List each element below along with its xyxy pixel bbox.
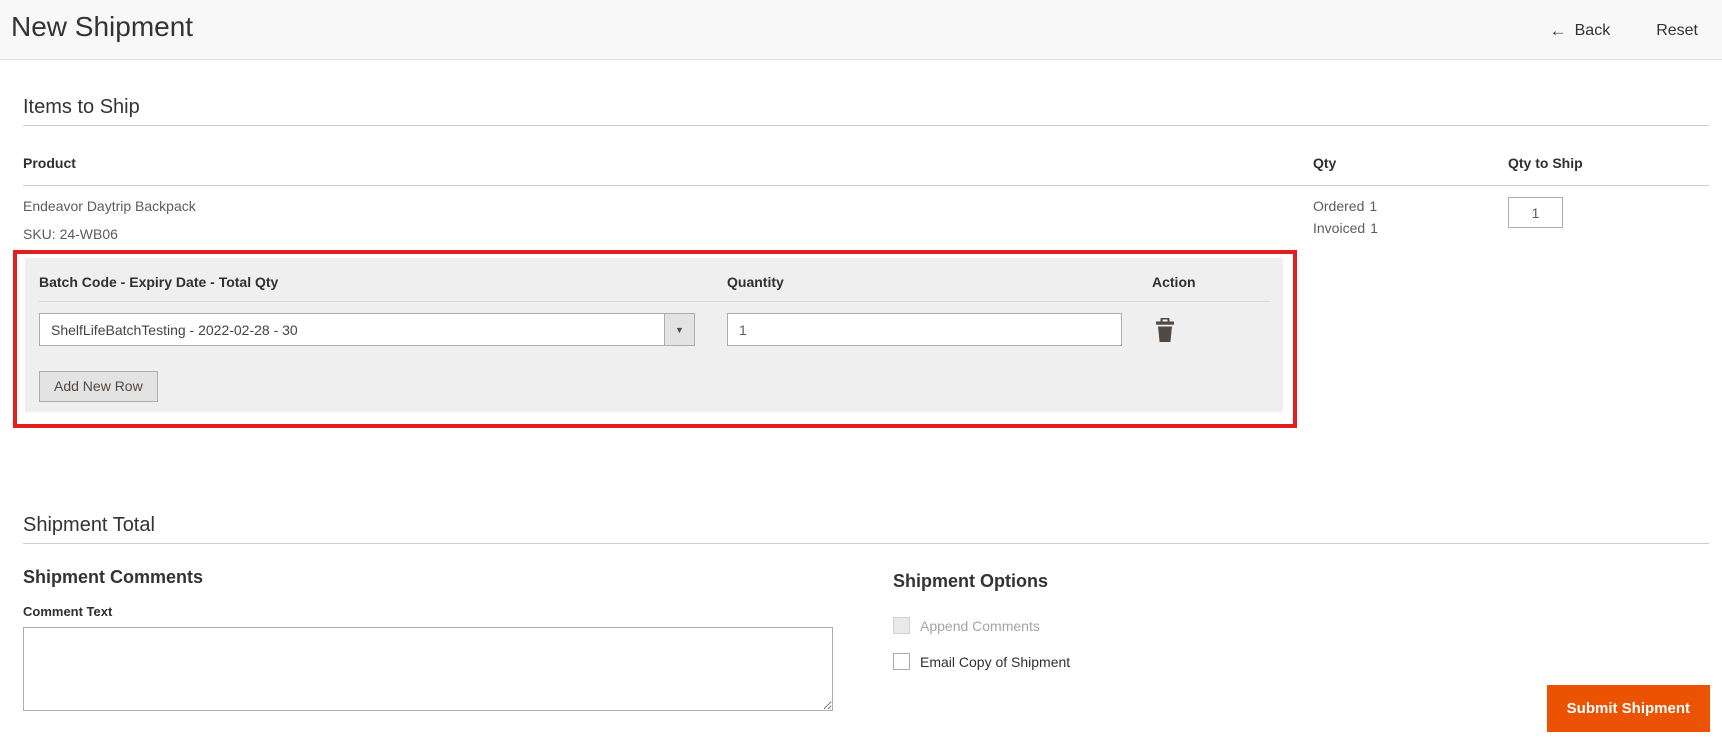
delete-row-button[interactable] <box>1155 318 1175 345</box>
comment-textarea[interactable] <box>23 627 833 711</box>
batch-table-header: Batch Code - Expiry Date - Total Qty Qua… <box>39 258 1269 302</box>
qty-to-ship-input[interactable] <box>1508 197 1563 228</box>
shipment-options-block: Shipment Options Append Comments Email C… <box>893 567 1070 716</box>
ordered-qty-line: Ordered 1 <box>1313 199 1508 214</box>
shipment-comments-block: Shipment Comments Comment Text <box>23 567 833 716</box>
comment-text-label: Comment Text <box>23 604 833 619</box>
qty-column-header: Qty <box>1313 156 1508 171</box>
page-content: Items to Ship Product Qty Qty to Ship En… <box>0 94 1722 716</box>
submit-shipment-button[interactable]: Submit Shipment <box>1547 685 1710 732</box>
product-name: Endeavor Daytrip Backpack <box>23 199 1313 214</box>
ordered-label: Ordered <box>1313 198 1364 214</box>
qty-cell: Ordered1 Invoiced1 <box>1313 199 1508 242</box>
reset-button-label: Reset <box>1656 22 1698 40</box>
email-copy-label: Email Copy of Shipment <box>920 654 1070 670</box>
chevron-down-icon[interactable]: ▼ <box>664 314 694 345</box>
qty-to-ship-cell <box>1508 199 1709 242</box>
back-button[interactable]: ← Back <box>1550 22 1611 40</box>
reset-button[interactable]: Reset <box>1656 22 1698 40</box>
append-comments-label: Append Comments <box>920 618 1040 634</box>
batch-highlight-box: Batch Code - Expiry Date - Total Qty Qua… <box>13 250 1297 428</box>
batch-select-value: ShelfLifeBatchTesting - 2022-02-28 - 30 <box>40 322 298 338</box>
batch-code-column-header: Batch Code - Expiry Date - Total Qty <box>39 275 727 290</box>
back-arrow-icon: ← <box>1550 22 1567 39</box>
page-title: New Shipment <box>11 11 193 43</box>
page-actions: ← Back Reset <box>1550 14 1698 40</box>
product-cell: Endeavor Daytrip Backpack SKU: 24-WB06 <box>23 199 1313 242</box>
batch-panel: Batch Code - Expiry Date - Total Qty Qua… <box>25 258 1283 412</box>
shipment-total-title: Shipment Total <box>23 512 1709 544</box>
batch-action-column-header: Action <box>1152 275 1269 290</box>
product-column-header: Product <box>23 156 1313 171</box>
email-copy-checkbox[interactable] <box>893 653 910 670</box>
page-header: New Shipment ← Back Reset <box>0 0 1722 60</box>
invoiced-value: 1 <box>1370 220 1378 236</box>
items-table-header: Product Qty Qty to Ship <box>23 126 1709 186</box>
invoiced-qty-line: Invoiced 1 <box>1313 221 1508 236</box>
append-comments-row: Append Comments <box>893 617 1070 634</box>
email-copy-row: Email Copy of Shipment <box>893 653 1070 670</box>
product-sku: SKU: 24-WB06 <box>23 227 1313 242</box>
items-to-ship-title: Items to Ship <box>23 94 1709 126</box>
item-row: Endeavor Daytrip Backpack SKU: 24-WB06 O… <box>23 186 1709 242</box>
back-button-label: Back <box>1575 22 1611 40</box>
batch-row: ShelfLifeBatchTesting - 2022-02-28 - 30 … <box>39 302 1283 347</box>
new-shipment-page: New Shipment ← Back Reset Items to Ship … <box>0 0 1722 753</box>
append-comments-checkbox <box>893 617 910 634</box>
batch-select-cell: ShelfLifeBatchTesting - 2022-02-28 - 30 … <box>39 313 727 346</box>
invoiced-label: Invoiced <box>1313 220 1365 236</box>
qty-to-ship-column-header: Qty to Ship <box>1508 156 1709 171</box>
batch-quantity-column-header: Quantity <box>727 275 1152 290</box>
batch-quantity-cell <box>727 313 1152 346</box>
batch-select[interactable]: ShelfLifeBatchTesting - 2022-02-28 - 30 … <box>39 313 695 346</box>
add-new-row-button[interactable]: Add New Row <box>39 371 158 402</box>
shipment-bottom-area: Shipment Comments Comment Text Shipment … <box>23 567 1709 716</box>
shipment-comments-title: Shipment Comments <box>23 567 833 587</box>
shipment-options-title: Shipment Options <box>893 571 1070 591</box>
ordered-value: 1 <box>1369 198 1377 214</box>
batch-quantity-input[interactable] <box>727 313 1122 346</box>
batch-action-cell <box>1152 313 1283 347</box>
trash-icon <box>1155 318 1175 342</box>
